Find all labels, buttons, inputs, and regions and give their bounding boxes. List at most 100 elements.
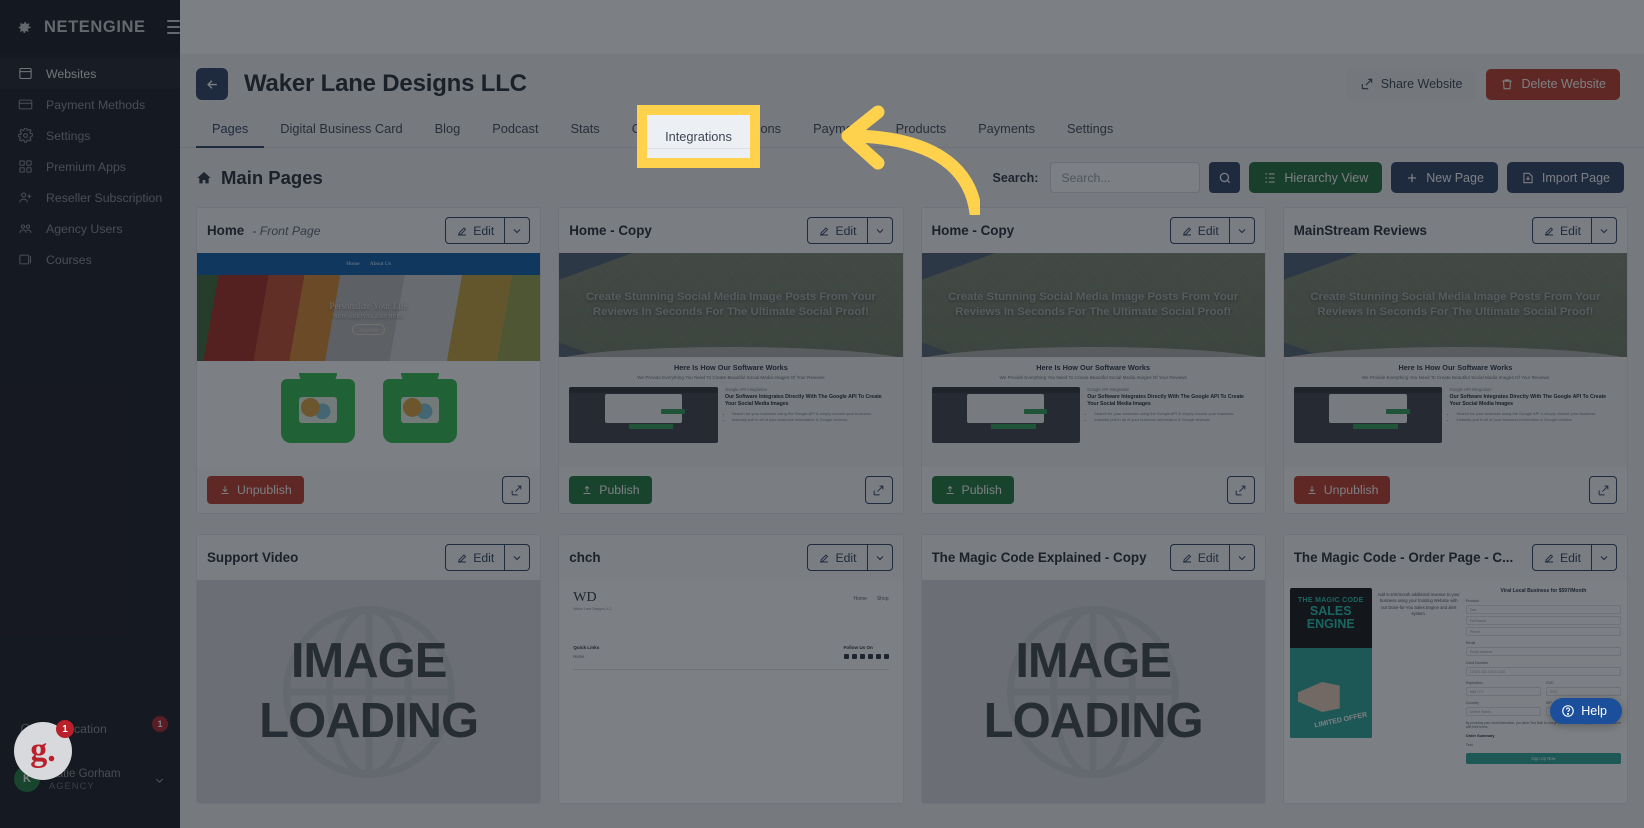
card-header: Home - Copy Edit xyxy=(559,208,902,253)
card-menu-button[interactable] xyxy=(1592,217,1617,244)
card-thumbnail[interactable]: Home About Us Personalize Your Life NEW … xyxy=(197,253,541,467)
search-input[interactable] xyxy=(1050,162,1201,193)
tab-contacts[interactable]: Contacts xyxy=(616,112,699,148)
edit-label: Edit xyxy=(473,550,495,565)
edit-label: Edit xyxy=(835,550,857,565)
open-page-button[interactable] xyxy=(502,476,531,504)
card-menu-button[interactable] xyxy=(505,217,531,244)
tab-pages[interactable]: Pages xyxy=(196,112,265,148)
card-menu-button[interactable] xyxy=(1592,544,1617,571)
tab-payments[interactable]: Payments xyxy=(962,112,1051,148)
edit-button[interactable]: Edit xyxy=(807,217,868,244)
card-menu-button[interactable] xyxy=(1229,217,1255,244)
card-header: chch Edit xyxy=(559,535,902,580)
gear-icon xyxy=(14,18,33,37)
edit-button[interactable]: Edit xyxy=(1169,544,1230,571)
card-label: Card Number xyxy=(1465,661,1489,665)
tab-products[interactable]: Products xyxy=(880,112,963,148)
sidebar-item-websites[interactable]: Websites xyxy=(0,58,180,89)
card-actions: Edit xyxy=(1169,544,1255,571)
unpublish-button[interactable]: Unpublish xyxy=(207,476,304,504)
open-page-button[interactable] xyxy=(1226,476,1255,504)
list-tree-icon xyxy=(1265,172,1276,183)
chevron-down-icon[interactable] xyxy=(153,774,166,787)
edit-button[interactable]: Edit xyxy=(807,544,868,571)
card-header: Home - Copy Edit xyxy=(922,208,1265,253)
card-footer: Publish xyxy=(922,467,1265,513)
tab-digital-business-card[interactable]: Digital Business Card xyxy=(264,112,418,148)
sidebar-nav: Websites Payment Methods Settings Premiu… xyxy=(0,58,180,275)
card-thumbnail[interactable]: THE MAGIC CODE SALES ENGINE LIMITED OFFE… xyxy=(1283,580,1627,803)
grammarly-count: 1 xyxy=(56,720,74,738)
chevron-down-icon xyxy=(876,555,883,560)
thumb-section-sub: We Provide Everything You Need To Create… xyxy=(1361,375,1549,380)
sidebar-item-agency-users[interactable]: Agency Users xyxy=(0,213,180,244)
open-page-button[interactable] xyxy=(1589,476,1617,504)
thumb-footer-col: Quick Links Home xyxy=(573,645,599,659)
tab-stats[interactable]: Stats xyxy=(555,112,616,148)
country-field: United States xyxy=(1465,707,1541,716)
card-thumbnail[interactable]: WD Waker Lane Designs LLC Home Shop Quic… xyxy=(559,580,903,803)
card-thumbnail[interactable]: Create Stunning Social Media Image Posts… xyxy=(921,253,1265,467)
unpublish-button[interactable]: Unpublish xyxy=(1293,476,1391,504)
sidebar-item-settings[interactable]: Settings xyxy=(0,120,180,151)
publish-button[interactable]: Publish xyxy=(569,476,652,504)
fullname-field: Full Name xyxy=(1465,616,1621,625)
share-website-button[interactable]: Share Website xyxy=(1345,68,1477,100)
card-actions: Edit xyxy=(807,217,893,244)
edit-button[interactable]: Edit xyxy=(1169,217,1230,244)
pencil-square-icon xyxy=(1544,226,1554,235)
card-title: The Magic Code Explained - Copy xyxy=(931,550,1147,565)
card-menu-button[interactable] xyxy=(867,217,893,244)
card-thumbnail[interactable]: Create Stunning Social Media Image Posts… xyxy=(559,253,903,467)
tab-podcast[interactable]: Podcast xyxy=(476,112,554,148)
sidebar-item-premium-apps[interactable]: Premium Apps xyxy=(0,151,180,182)
tab-integrations[interactable]: Integrations xyxy=(698,112,797,148)
thumb-hero: Personalize Your Life NEW ARRIVAL ARE HE… xyxy=(197,275,541,361)
sidebar-item-reseller-subscription[interactable]: Reseller Subscription xyxy=(0,182,180,213)
import-page-button[interactable]: Import Page xyxy=(1506,162,1624,193)
card-thumbnail[interactable]: IMAGE LOADING xyxy=(921,580,1265,803)
loading-line-1: IMAGE xyxy=(290,633,448,688)
thumb-bullet: Instantly pull in all of your business i… xyxy=(1094,417,1255,423)
sidebar-item-courses[interactable]: Courses xyxy=(0,244,180,275)
back-button[interactable] xyxy=(196,68,228,100)
page-card: The Magic Code Explained - Copy Edit IMA… xyxy=(920,534,1266,804)
grammarly-badge[interactable]: g. 1 xyxy=(14,720,74,780)
card-footer: Unpublish xyxy=(1284,467,1627,513)
edit-button[interactable]: Edit xyxy=(445,544,506,571)
section-title: Main Pages xyxy=(221,166,323,188)
open-page-button[interactable] xyxy=(864,476,893,504)
card-menu-button[interactable] xyxy=(505,544,531,571)
card-actions: Edit xyxy=(445,217,531,244)
thumb-section-title: Here Is How Our Software Works xyxy=(1398,363,1513,372)
new-page-button[interactable]: New Page xyxy=(1391,162,1498,193)
tab-blog[interactable]: Blog xyxy=(419,112,477,148)
card-actions: Edit xyxy=(1531,217,1617,244)
edit-button[interactable]: Edit xyxy=(445,217,506,244)
thumb-section-title: Here Is How Our Software Works xyxy=(673,363,788,372)
hierarchy-view-button[interactable]: Hierarchy View xyxy=(1249,162,1383,193)
card-menu-button[interactable] xyxy=(867,544,893,571)
card-menu-button[interactable] xyxy=(1229,544,1255,571)
tab-settings[interactable]: Settings xyxy=(1051,112,1129,148)
delete-website-button[interactable]: Delete Website xyxy=(1486,68,1620,100)
thumb-hero-sub: NEW ARRIVAL ARE HERE xyxy=(333,314,404,320)
card-thumbnail[interactable]: IMAGE LOADING xyxy=(197,580,541,803)
thumb-hero-title: Create Stunning Social Media Image Posts… xyxy=(948,290,1239,318)
plus-icon xyxy=(1408,173,1417,182)
card-footer: Unpublish xyxy=(197,467,540,513)
chevron-down-icon xyxy=(513,555,521,560)
card-thumbnail[interactable]: Create Stunning Social Media Image Posts… xyxy=(1283,253,1627,467)
sidebar-item-payment-methods[interactable]: Payment Methods xyxy=(0,89,180,120)
publish-button[interactable]: Publish xyxy=(931,476,1014,504)
edit-label: Edit xyxy=(1559,223,1581,238)
edit-button[interactable]: Edit xyxy=(1531,544,1592,571)
hamburger-icon[interactable] xyxy=(166,20,180,34)
thumb-col-title: Quick Links xyxy=(573,645,600,650)
help-button[interactable]: Help xyxy=(1550,698,1622,724)
search-button[interactable] xyxy=(1209,162,1241,193)
tab-payment[interactable]: Payment xyxy=(797,112,880,148)
edit-button[interactable]: Edit xyxy=(1531,217,1592,244)
thumb-nav-item: Home xyxy=(853,596,867,602)
